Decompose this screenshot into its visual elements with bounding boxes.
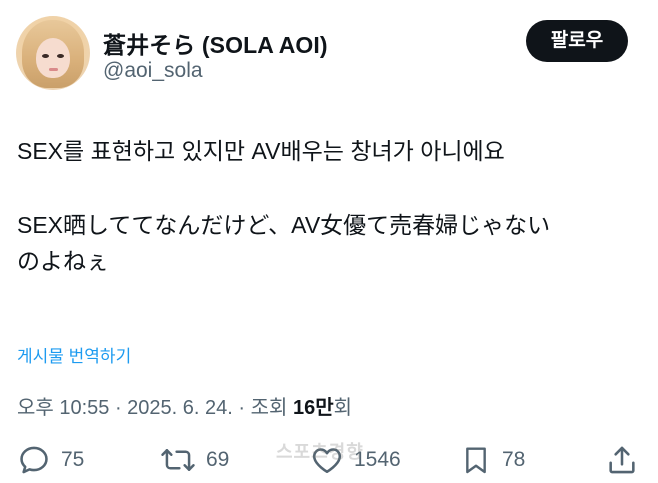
views-suffix: 회: [333, 397, 353, 419]
avatar-lips: [49, 68, 58, 71]
heart-icon: [310, 443, 344, 477]
tweet-line-japanese-2: のよねぇ: [17, 248, 109, 274]
tweet-line-korean: SEX를 표현하고 있지만 AV배우는 창녀가 아니에요: [17, 138, 505, 164]
tweet-line-japanese-1: SEX晒しててなんだけど、AV女優て売春婦じゃない: [17, 212, 551, 238]
bookmark-icon: [460, 443, 492, 477]
repost-button[interactable]: 69: [160, 440, 229, 480]
bookmark-button[interactable]: 78: [460, 440, 525, 480]
action-bar: 75 69 1546 78: [0, 440, 658, 480]
avatar[interactable]: [16, 16, 90, 90]
share-button[interactable]: [605, 440, 639, 480]
avatar-face: [36, 38, 70, 78]
follow-button[interactable]: 팔로우: [526, 20, 628, 62]
repost-icon: [160, 443, 196, 477]
share-icon: [605, 443, 639, 477]
avatar-eye: [42, 54, 49, 58]
reply-icon: [17, 443, 51, 477]
timestamp[interactable]: 오후 10:55 · 2025. 6. 24. · 조회: [17, 397, 293, 419]
avatar-eye: [57, 54, 64, 58]
views-count: 16만: [292, 397, 334, 419]
author-display-name[interactable]: 蒼井そら (SOLA AOI): [103, 26, 328, 60]
translate-post-link[interactable]: 게시물 번역하기: [17, 342, 131, 367]
like-button[interactable]: 1546: [310, 440, 401, 480]
bookmark-count: 78: [502, 448, 526, 471]
like-count: 1546: [354, 448, 401, 471]
reply-count: 75: [61, 448, 85, 471]
repost-count: 69: [206, 448, 230, 471]
author-handle[interactable]: @aoi_sola: [103, 59, 203, 83]
reply-button[interactable]: 75: [17, 440, 84, 480]
tweet-text: SEX를 표현하고 있지만 AV배우는 창녀가 아니에요 SEX晒しててなんだけ…: [17, 133, 642, 279]
tweet-meta: 오후 10:55 · 2025. 6. 24. · 조회 16만회: [17, 391, 352, 420]
